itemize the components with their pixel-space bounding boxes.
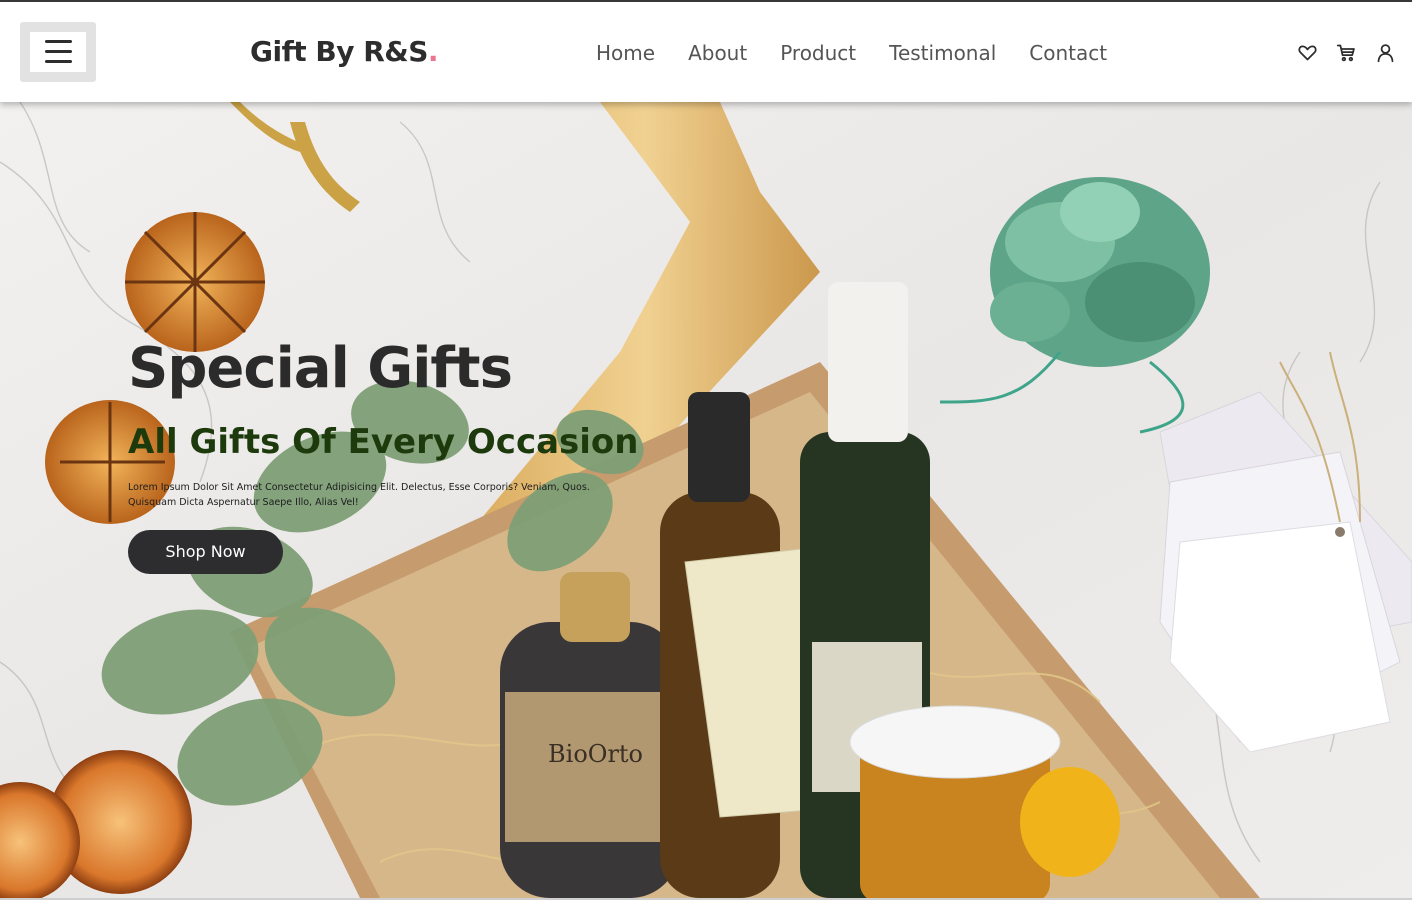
header-icons <box>1297 42 1396 64</box>
main-nav: Home About Product Testimonal Contact <box>596 36 1140 70</box>
nav-link-testimonal[interactable]: Testimonal <box>889 36 996 70</box>
hero-section: BioOrto Special Gifts All Gifts Of Every… <box>0 102 1412 898</box>
hero-title: Special Gifts <box>128 336 513 401</box>
hamburger-menu-button[interactable] <box>20 22 96 82</box>
svg-text:BioOrto: BioOrto <box>548 740 643 768</box>
site-header: Gift By R&S. Home About Product Testimon… <box>0 2 1412 102</box>
hero-description: Lorem Ipsum Dolor Sit Amet Consectetur A… <box>128 482 590 508</box>
site-logo[interactable]: Gift By R&S. <box>250 32 439 72</box>
hamburger-icon <box>30 32 86 72</box>
cart-icon[interactable] <box>1336 42 1357 63</box>
hero-subtitle: All Gifts Of Every Occasion <box>128 422 639 462</box>
logo-text: Gift By R&S <box>250 35 428 68</box>
nav-link-product[interactable]: Product <box>780 36 856 70</box>
user-icon[interactable] <box>1375 42 1396 63</box>
logo-dot: . <box>427 35 439 68</box>
heart-icon[interactable] <box>1297 42 1318 63</box>
nav-link-home[interactable]: Home <box>596 36 655 70</box>
nav-link-about[interactable]: About <box>688 36 747 70</box>
shop-now-button[interactable]: Shop Now <box>128 530 283 574</box>
nav-link-contact[interactable]: Contact <box>1029 36 1107 70</box>
